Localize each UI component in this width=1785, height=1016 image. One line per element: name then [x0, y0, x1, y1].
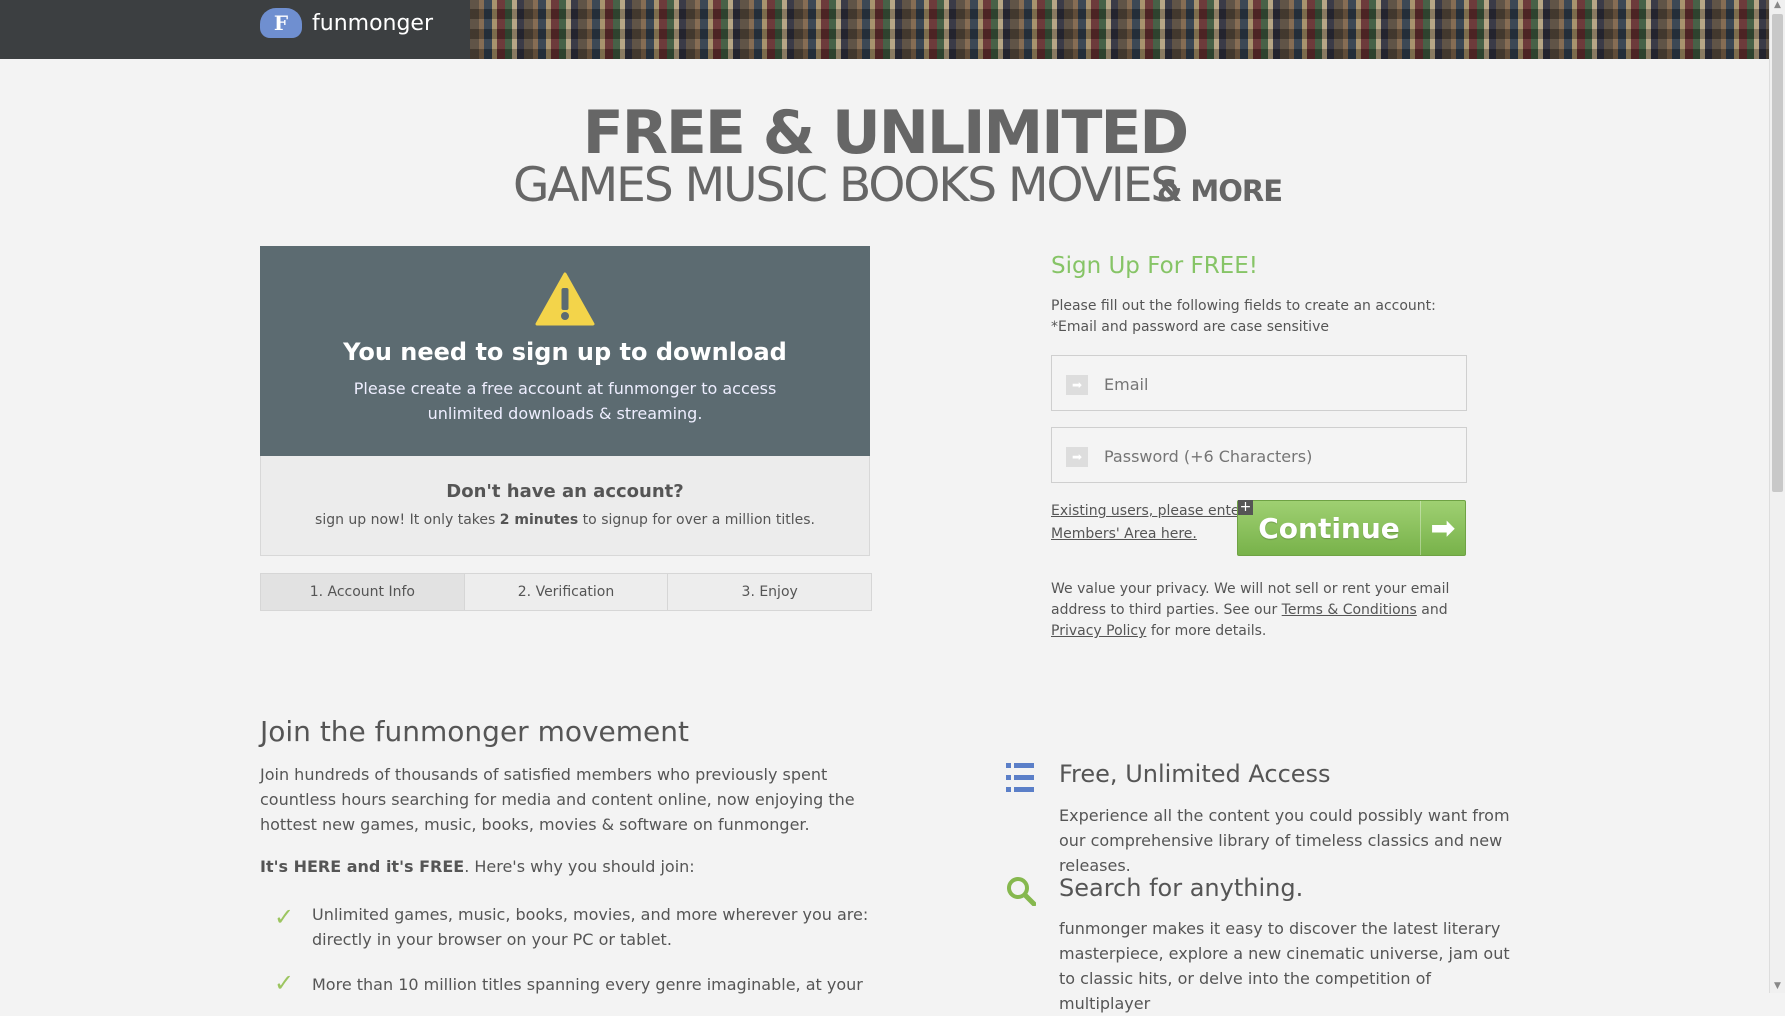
header-cover-mosaic: [470, 0, 1770, 59]
search-icon: [1006, 876, 1037, 910]
email-field[interactable]: ➡: [1051, 355, 1467, 412]
no-account-subtext: sign up now! It only takes 2 minutes to …: [261, 512, 869, 528]
feature-desc-search: funmonger makes it easy to discover the …: [1059, 919, 1510, 1013]
checkmark-icon: ✓: [274, 903, 295, 931]
logo-cloud-icon: F: [260, 8, 302, 38]
hero-categories: GAMES MUSIC BOOKS MOVIES: [513, 158, 1180, 213]
notice-title: You need to sign up to download: [343, 338, 787, 366]
why-join-bold: It's HERE and it's FREE: [260, 857, 465, 876]
step-verification: 2. Verification: [463, 574, 668, 610]
terms-link[interactable]: Terms & Conditions: [1282, 602, 1417, 618]
feature-desc-access: Experience all the content you could pos…: [1059, 806, 1510, 875]
existing-line1[interactable]: Existing users, please enter: [1051, 503, 1245, 519]
privacy-note: We value your privacy. We will not sell …: [1051, 579, 1461, 642]
continue-label[interactable]: Continue: [1238, 512, 1420, 545]
subtext-bold: 2 minutes: [499, 512, 579, 528]
signup-instructions: Please fill out the following fields to …: [1051, 296, 1436, 338]
signup-instructions-line2: *Email and password are case sensitive: [1051, 319, 1329, 335]
hero-more: & MORE: [1157, 174, 1283, 208]
subtext-pre: sign up now! It only takes: [315, 512, 500, 528]
arrow-right-icon: ➡: [1066, 375, 1088, 395]
members-area-link[interactable]: Existing users, please enter Members' Ar…: [1051, 500, 1245, 546]
join-title: Join the funmonger movement: [260, 715, 690, 748]
benefit-item: Unlimited games, music, books, movies, a…: [312, 905, 869, 949]
why-join-rest: . Here's why you should join:: [464, 857, 695, 876]
privacy-text-mid: and: [1416, 602, 1448, 618]
notice-subtitle-line1: Please create a free account at funmonge…: [353, 379, 777, 398]
privacy-text-post: for more details.: [1146, 623, 1267, 639]
site-header: F funmonger: [0, 0, 1770, 59]
join-paragraph: Join hundreds of thousands of satisfied …: [260, 765, 855, 834]
arrow-right-icon[interactable]: ➡: [1420, 501, 1465, 555]
feature-title-search: Search for anything.: [1059, 874, 1304, 902]
signup-title: Sign Up For FREE!: [1051, 253, 1258, 279]
scroll-up-arrow-icon[interactable]: ▲: [1772, 0, 1783, 12]
existing-line2[interactable]: Members' Area here.: [1051, 526, 1197, 542]
step-enjoy: 3. Enjoy: [667, 574, 871, 610]
privacy-policy-link[interactable]: Privacy Policy: [1051, 623, 1146, 639]
brand-name: funmonger: [312, 10, 434, 36]
why-join: It's HERE and it's FREE. Here's why you …: [260, 857, 695, 876]
scroll-thumb[interactable]: [1772, 14, 1783, 492]
no-account-panel: Don't have an account? sign up now! It o…: [260, 456, 870, 556]
signup-steps: 1. Account Info 2. Verification 3. Enjoy: [260, 573, 872, 611]
page-scrollbar[interactable]: ▲ ▼: [1769, 0, 1785, 993]
arrow-right-icon: ➡: [1066, 447, 1088, 467]
subtext-post: to signup for over a million titles.: [578, 512, 815, 528]
notice-panel: You need to sign up to download Please c…: [260, 246, 870, 456]
warning-icon: [535, 272, 595, 326]
logo[interactable]: F funmonger: [260, 8, 433, 38]
feature-title-access: Free, Unlimited Access: [1059, 760, 1331, 788]
signup-instructions-line1: Please fill out the following fields to …: [1051, 298, 1436, 314]
plus-icon: +: [1238, 499, 1253, 515]
benefit-item: More than 10 million titles spanning eve…: [312, 975, 863, 994]
signup-notice-box: You need to sign up to download Please c…: [260, 246, 870, 556]
list-icon: [1006, 763, 1034, 797]
continue-button[interactable]: Continue ➡: [1237, 500, 1466, 556]
step-account-info: 1. Account Info: [261, 574, 464, 610]
email-input[interactable]: [1102, 356, 1456, 412]
no-account-question: Don't have an account?: [446, 481, 684, 502]
notice-subtitle: Please create a free account at funmonge…: [260, 376, 870, 426]
scroll-down-arrow-icon[interactable]: ▼: [1772, 981, 1783, 993]
password-input[interactable]: [1102, 428, 1456, 484]
password-field[interactable]: ➡: [1051, 427, 1467, 484]
notice-subtitle-line2: unlimited downloads & streaming.: [427, 404, 703, 423]
